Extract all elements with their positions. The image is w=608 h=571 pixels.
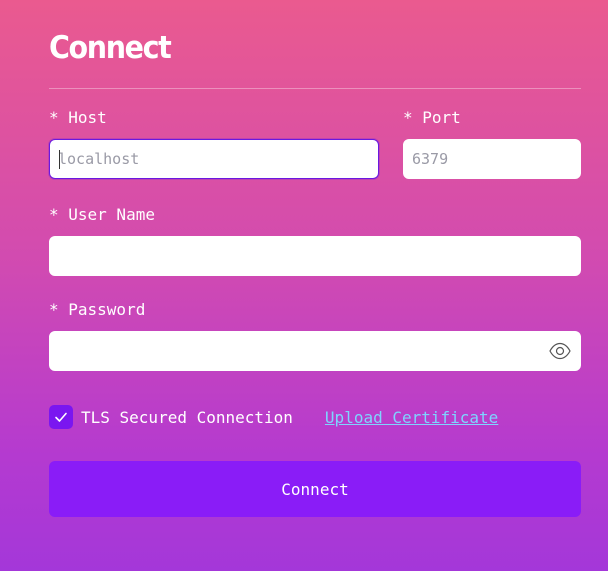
host-input-box	[49, 139, 379, 179]
host-field-group: * Host	[49, 108, 379, 179]
port-label: * Port	[403, 108, 461, 127]
password-field-group: * Password	[49, 300, 581, 371]
password-label: * Password	[49, 300, 146, 319]
username-field-group: * User Name	[49, 205, 581, 276]
tls-checkbox[interactable]	[49, 405, 73, 429]
page-title: Connect	[49, 30, 172, 66]
port-field-group: * Port	[403, 108, 581, 179]
password-input[interactable]	[50, 332, 580, 370]
tls-label: TLS Secured Connection	[81, 407, 293, 427]
password-input-box	[49, 331, 581, 371]
username-label: * User Name	[49, 205, 155, 224]
username-input[interactable]	[50, 237, 580, 275]
port-input[interactable]	[404, 140, 580, 178]
tls-row: TLS Secured Connection Upload Certificat…	[49, 404, 581, 430]
port-input-box	[403, 139, 581, 179]
title-divider	[49, 88, 581, 89]
host-label: * Host	[49, 108, 107, 127]
connect-button[interactable]: Connect	[49, 461, 581, 517]
host-input[interactable]	[50, 140, 378, 178]
upload-certificate-link[interactable]: Upload Certificate	[325, 408, 498, 427]
host-port-row: * Host * Port	[49, 108, 581, 179]
username-input-box	[49, 236, 581, 276]
eye-icon[interactable]	[549, 341, 571, 361]
checkmark-icon	[55, 412, 67, 422]
text-caret	[59, 150, 60, 169]
connect-form: Connect * Host * Port * User Name * Pass…	[49, 28, 581, 517]
